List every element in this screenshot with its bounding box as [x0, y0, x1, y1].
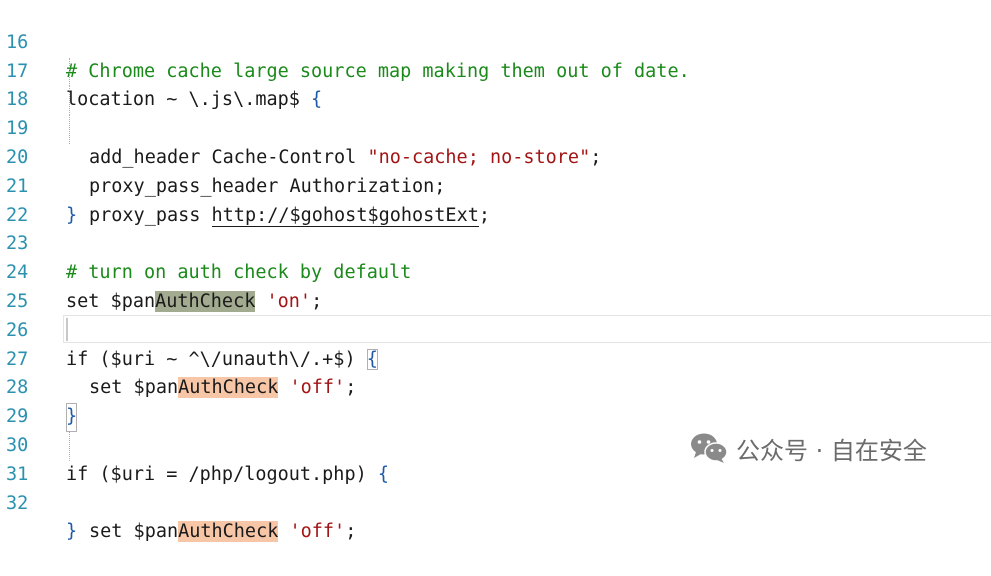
code-line[interactable]: 17 location ~ \.js\.map$ { [0, 29, 991, 111]
code-line[interactable]: 19 proxy_pass_header Authorization; [0, 86, 991, 197]
highlighted-identifier: AuthCheck [178, 521, 279, 543]
code-text: set $pan [89, 521, 179, 543]
code-line[interactable]: 30 if ($uri = /php/logout.php) { [0, 403, 991, 485]
code-line[interactable]: 26 if ($uri ~ ^\/unauth\/.+$) { [0, 288, 991, 370]
watermark: 公众号 · 自在安全 [690, 430, 927, 466]
code-line[interactable]: 28 } [0, 346, 991, 432]
watermark-text: 公众号 · 自在安全 [736, 436, 927, 465]
indent-guide [69, 86, 71, 116]
code-line[interactable]: 29 [0, 374, 991, 427]
close-brace: } [66, 521, 78, 543]
wechat-icon [690, 432, 728, 464]
code-line[interactable]: 22 [0, 173, 991, 226]
code-line[interactable]: 24 set $panAuthCheck 'on'; [0, 230, 991, 312]
code-line[interactable]: 16 # Chrome cache large source map makin… [0, 0, 991, 82]
code-line[interactable]: 25 [0, 259, 991, 312]
code-line[interactable]: 18 add_header Cache-Control "no-cache; n… [0, 57, 991, 168]
code-line[interactable]: 23 # turn on auth check by default [0, 202, 991, 283]
code-text-wrap: set $panAuthCheck 'off'; [89, 518, 356, 547]
code-line-current[interactable]: 27 set $panAuthCheck 'off'; [0, 317, 991, 399]
semicolon: ; [345, 521, 357, 543]
line-number: 32 [6, 492, 29, 514]
string-literal: 'off' [289, 521, 346, 543]
code-editor[interactable]: 16 # Chrome cache large source map makin… [0, 0, 991, 543]
indent-guide [69, 115, 71, 144]
indent-guide [69, 57, 71, 87]
code-line[interactable]: 20 proxy_pass http://$gohost$gohostExt; [0, 115, 991, 227]
code-line[interactable]: 21 } [0, 144, 991, 226]
indent-guide [69, 432, 71, 461]
